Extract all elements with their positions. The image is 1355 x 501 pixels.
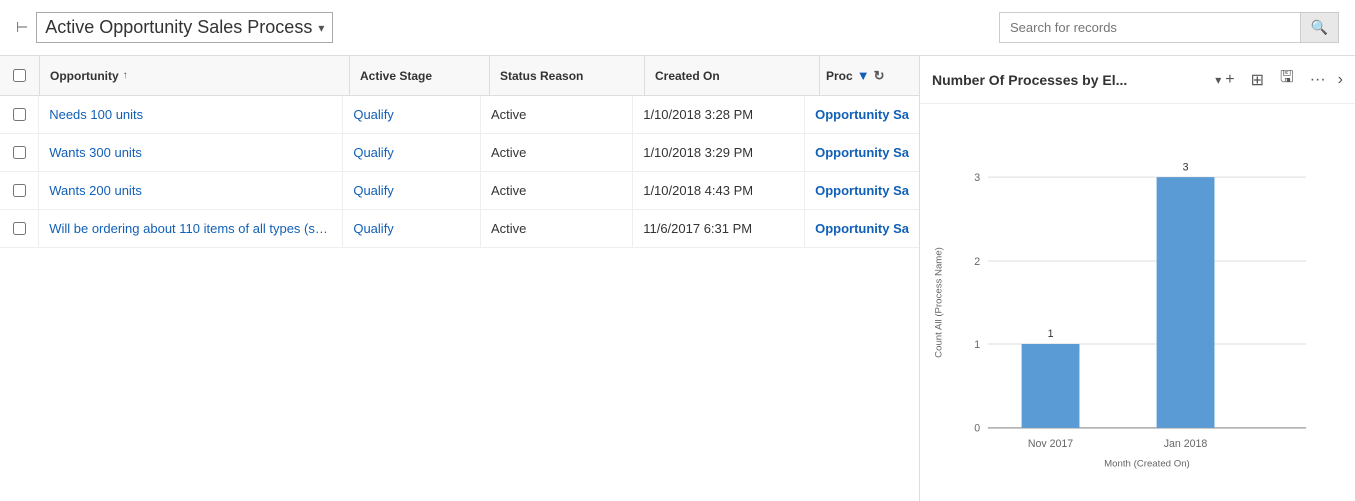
select-all-checkbox-container bbox=[0, 56, 40, 95]
opportunity-link-2[interactable]: Wants 300 units bbox=[49, 145, 142, 160]
active-stage-link-4[interactable]: Qualify bbox=[353, 221, 393, 236]
row-checkbox-4[interactable] bbox=[13, 222, 26, 235]
row-opportunity-4: Will be ordering about 110 items of all … bbox=[39, 210, 343, 247]
search-container: 🔍 bbox=[999, 12, 1339, 43]
bar-label-nov-2017: 1 bbox=[1048, 328, 1054, 340]
row-status-reason-3: Active bbox=[481, 172, 633, 209]
main-content: Opportunity ↑ Active Stage Status Reason… bbox=[0, 56, 1355, 501]
active-stage-link-3[interactable]: Qualify bbox=[353, 183, 393, 198]
process-link-3[interactable]: Opportunity Sa bbox=[815, 183, 909, 198]
y-tick-3: 3 bbox=[974, 172, 980, 184]
table-row: Needs 100 units Qualify Active 1/10/2018… bbox=[0, 96, 919, 134]
table-row: Wants 300 units Qualify Active 1/10/2018… bbox=[0, 134, 919, 172]
opportunity-link-1[interactable]: Needs 100 units bbox=[49, 107, 143, 122]
row-status-reason-4: Active bbox=[481, 210, 633, 247]
filter-icon[interactable]: ▼ bbox=[857, 68, 870, 83]
row-active-stage-4: Qualify bbox=[343, 210, 481, 247]
table-header: Opportunity ↑ Active Stage Status Reason… bbox=[0, 56, 919, 96]
row-opportunity-2: Wants 300 units bbox=[39, 134, 343, 171]
table-row: Wants 200 units Qualify Active 1/10/2018… bbox=[0, 172, 919, 210]
x-axis-label: Month (Created On) bbox=[1104, 458, 1190, 469]
bar-label-jan-2018: 3 bbox=[1183, 161, 1189, 173]
row-checkbox-1[interactable] bbox=[13, 108, 26, 121]
opportunity-link-4[interactable]: Will be ordering about 110 items of all … bbox=[49, 221, 329, 236]
row-checkbox-container-1 bbox=[0, 96, 39, 133]
row-opportunity-3: Wants 200 units bbox=[39, 172, 343, 209]
row-process-1: Opportunity Sa bbox=[805, 96, 919, 133]
select-all-checkbox[interactable] bbox=[13, 69, 26, 82]
row-checkbox-container-2 bbox=[0, 134, 39, 171]
row-created-on-1: 1/10/2018 3:28 PM bbox=[633, 96, 805, 133]
row-opportunity-1: Needs 100 units bbox=[39, 96, 343, 133]
title-dropdown-arrow[interactable]: ▾ bbox=[318, 21, 324, 35]
col-process-label: Proc bbox=[826, 69, 853, 83]
title-container: Active Opportunity Sales Process ▾ bbox=[36, 12, 333, 43]
x-tick-jan-2018: Jan 2018 bbox=[1164, 438, 1208, 450]
chart-panel: Number Of Processes by El... ▾ + ⊞ 🖫 ···… bbox=[920, 56, 1355, 501]
process-link-2[interactable]: Opportunity Sa bbox=[815, 145, 909, 160]
process-link-4[interactable]: Opportunity Sa bbox=[815, 221, 909, 236]
chart-layout-button[interactable]: ⊞ bbox=[1247, 68, 1268, 92]
row-created-on-3: 1/10/2018 4:43 PM bbox=[633, 172, 805, 209]
active-stage-link-1[interactable]: Qualify bbox=[353, 107, 393, 122]
search-button[interactable]: 🔍 bbox=[1300, 13, 1338, 42]
row-active-stage-2: Qualify bbox=[343, 134, 481, 171]
pin-icon: ⊢ bbox=[16, 19, 28, 36]
row-process-2: Opportunity Sa bbox=[805, 134, 919, 171]
row-checkbox-2[interactable] bbox=[13, 146, 26, 159]
row-active-stage-1: Qualify bbox=[343, 96, 481, 133]
refresh-icon[interactable]: ↻ bbox=[874, 68, 885, 84]
chart-save-button[interactable]: 🖫 bbox=[1276, 64, 1298, 95]
row-status-reason-2: Active bbox=[481, 134, 633, 171]
row-created-on-4: 11/6/2017 6:31 PM bbox=[633, 210, 805, 247]
y-tick-2: 2 bbox=[974, 256, 980, 268]
table-panel: Opportunity ↑ Active Stage Status Reason… bbox=[0, 56, 920, 501]
page-title: Active Opportunity Sales Process bbox=[45, 17, 312, 38]
row-status-reason-1: Active bbox=[481, 96, 633, 133]
process-link-1[interactable]: Opportunity Sa bbox=[815, 107, 909, 122]
chart-add-button[interactable]: + bbox=[1221, 69, 1238, 91]
col-created-on-label: Created On bbox=[655, 69, 720, 83]
x-tick-nov-2017: Nov 2017 bbox=[1028, 438, 1073, 450]
chart-svg: Count All (Process Name) 0 1 2 3 bbox=[930, 114, 1335, 491]
col-active-stage-label: Active Stage bbox=[360, 69, 432, 83]
col-header-process: Proc ▼ ↻ bbox=[820, 56, 919, 95]
col-header-active-stage: Active Stage bbox=[350, 56, 490, 95]
col-header-created-on: Created On bbox=[645, 56, 820, 95]
col-header-opportunity: Opportunity ↑ bbox=[40, 56, 350, 95]
table-row: Will be ordering about 110 items of all … bbox=[0, 210, 919, 248]
table-body: Needs 100 units Qualify Active 1/10/2018… bbox=[0, 96, 919, 248]
chart-header: Number Of Processes by El... ▾ + ⊞ 🖫 ···… bbox=[920, 56, 1355, 104]
bar-nov-2017 bbox=[1022, 344, 1080, 428]
col-header-status-reason: Status Reason bbox=[490, 56, 645, 95]
opportunity-link-3[interactable]: Wants 200 units bbox=[49, 183, 142, 198]
header: ⊢ Active Opportunity Sales Process ▾ 🔍 bbox=[0, 0, 1355, 56]
chart-expand-icon[interactable]: › bbox=[1338, 71, 1343, 89]
row-checkbox-container-3 bbox=[0, 172, 39, 209]
chart-actions: + ⊞ 🖫 ··· › bbox=[1221, 64, 1343, 95]
row-process-3: Opportunity Sa bbox=[805, 172, 919, 209]
chart-title: Number Of Processes by El... bbox=[932, 72, 1211, 88]
chart-container: Count All (Process Name) 0 1 2 3 bbox=[920, 104, 1355, 501]
col-status-reason-label: Status Reason bbox=[500, 69, 583, 83]
y-tick-1: 1 bbox=[974, 339, 980, 351]
sort-arrow-icon[interactable]: ↑ bbox=[123, 70, 128, 81]
y-axis-label: Count All (Process Name) bbox=[934, 247, 945, 358]
y-tick-0: 0 bbox=[974, 423, 980, 435]
row-active-stage-3: Qualify bbox=[343, 172, 481, 209]
row-created-on-2: 1/10/2018 3:29 PM bbox=[633, 134, 805, 171]
row-process-4: Opportunity Sa bbox=[805, 210, 919, 247]
row-checkbox-container-4 bbox=[0, 210, 39, 247]
row-checkbox-3[interactable] bbox=[13, 184, 26, 197]
active-stage-link-2[interactable]: Qualify bbox=[353, 145, 393, 160]
col-opportunity-label: Opportunity bbox=[50, 69, 119, 83]
chart-more-button[interactable]: ··· bbox=[1306, 69, 1330, 91]
bar-jan-2018 bbox=[1157, 177, 1215, 428]
search-input[interactable] bbox=[1000, 14, 1300, 41]
